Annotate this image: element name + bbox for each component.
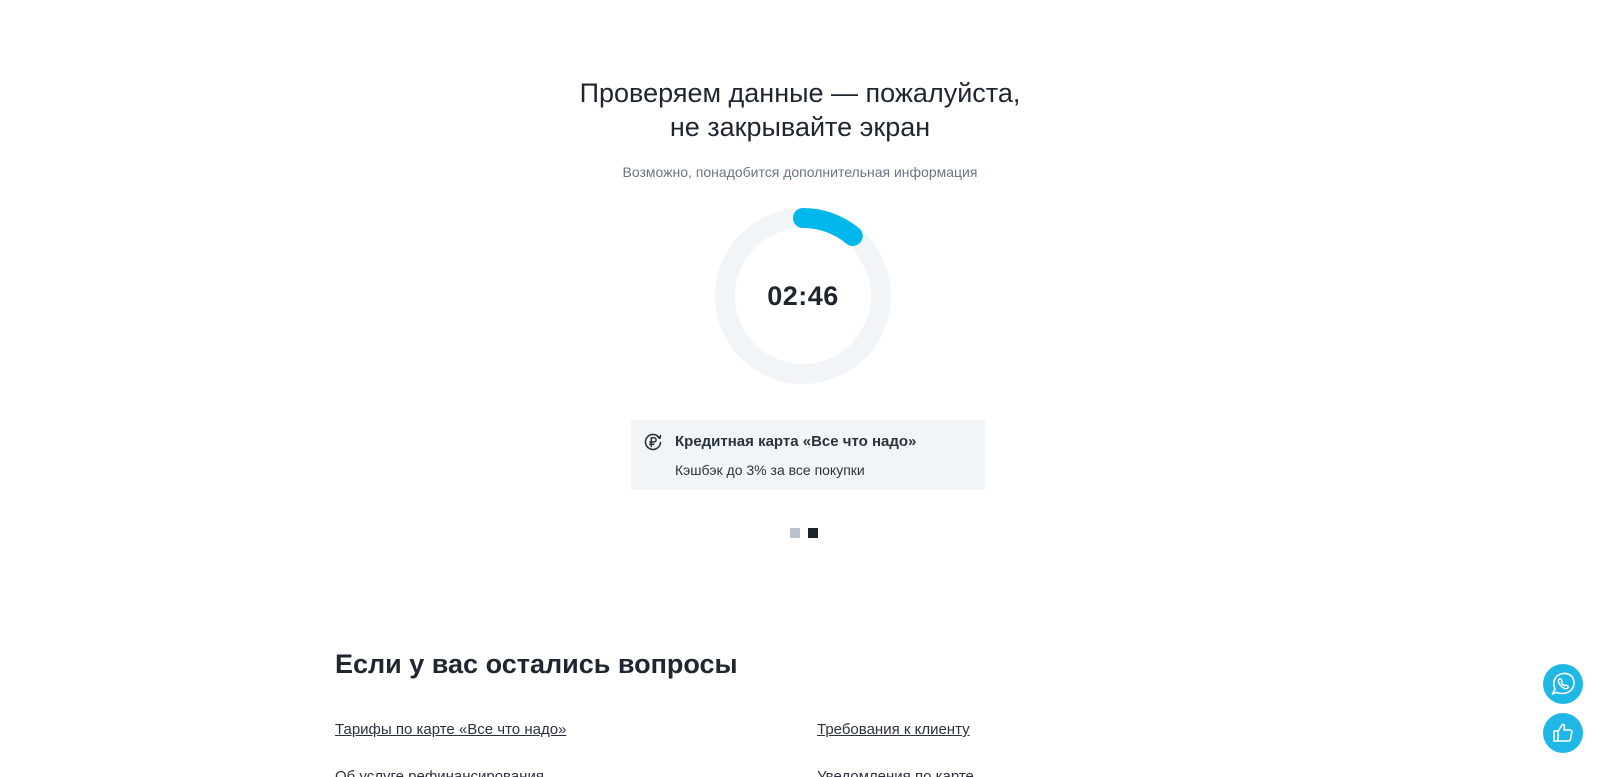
page-title-line-2: не закрывайте экран [669,112,931,142]
feedback-button[interactable] [1543,713,1583,753]
page-title-line-1: Проверяем данные — пожалуйста, [579,78,1021,108]
promo-card: Кредитная карта «Все что надо» Кэшбэк до… [631,420,985,490]
faq-link-refinancing[interactable]: Об услуге рефинансирования [335,768,544,777]
thumbs-up-icon [1553,723,1573,742]
faq-link-notifications[interactable]: Уведомления по карте [817,768,974,777]
ruble-cashback-icon [644,433,662,451]
carousel-dot-2[interactable] [808,528,818,538]
faq-title: Если у вас остались вопросы [335,649,738,679]
countdown-time: 02:46 [767,281,839,311]
page-title: Проверяем данные — пожалуйста, не закрыв… [500,76,1100,144]
promo-description: Кэшбэк до 3% за все покупки [675,462,865,478]
countdown-timer: 02:46 [715,208,891,384]
phone-chat-icon [1551,672,1575,695]
promo-title: Кредитная карта «Все что надо» [675,433,917,450]
faq-link-tariffs[interactable]: Тарифы по карте «Все что надо» [335,721,566,739]
page: Проверяем данные — пожалуйста, не закрыв… [0,0,1600,777]
call-button[interactable] [1543,664,1583,704]
page-subtitle: Возможно, понадобится дополнительная инф… [622,164,978,180]
faq-link-requirements[interactable]: Требования к клиенту [817,721,970,739]
carousel-dot-1[interactable] [790,528,800,538]
